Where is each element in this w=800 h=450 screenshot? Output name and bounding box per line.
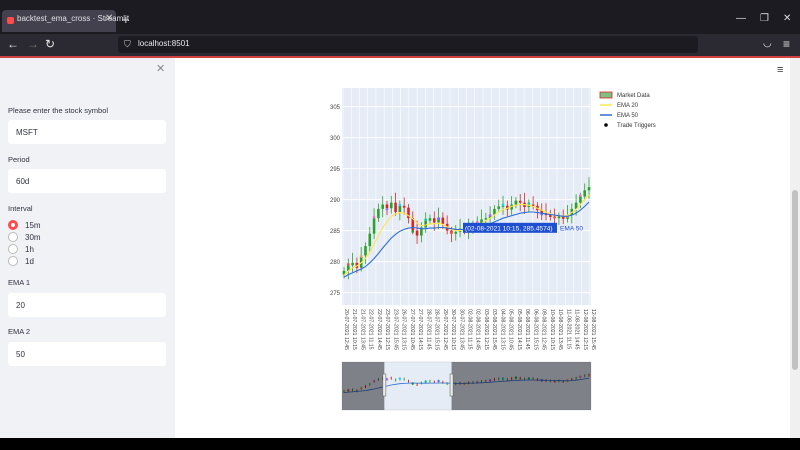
x-tick-label: 06-08-2021 15:15 — [532, 309, 538, 350]
trade-trigger-marker — [501, 203, 505, 207]
x-tick-label: 27-07-2021 14:15 — [417, 309, 423, 350]
x-tick-label: 20-07-2021 12:45 — [343, 309, 349, 350]
x-tick-label: 12-08-2021 15:45 — [590, 309, 596, 350]
candle-body — [415, 230, 419, 236]
x-tick-label: 05-08-2021 14:15 — [516, 309, 522, 350]
hover-series-name: EMA 50 — [560, 225, 583, 232]
candle-body — [372, 218, 376, 234]
y-tick-label: 290 — [330, 198, 341, 204]
x-tick-label: 03-08-2021 15:45 — [491, 309, 497, 350]
trade-trigger-marker — [398, 203, 402, 207]
candle-body — [389, 202, 393, 209]
candle-body — [493, 208, 496, 215]
candle-body — [351, 262, 354, 266]
candle-body — [385, 204, 389, 209]
rangeslider-mask-left — [342, 362, 385, 410]
trade-trigger-marker — [424, 218, 427, 221]
y-tick-label: 285 — [330, 229, 341, 235]
y-tick-label: 275 — [330, 291, 341, 297]
rangeslider-marker — [424, 380, 427, 383]
candle-body — [549, 215, 552, 217]
candle-body — [497, 206, 501, 209]
rangeslider-marker — [398, 377, 402, 380]
x-tick-label: 02-08-2021 14:45 — [475, 309, 481, 350]
rangeslider-handle-right — [449, 373, 454, 397]
legend-swatch — [599, 91, 613, 99]
candle-body — [441, 217, 445, 224]
trade-trigger-marker — [488, 214, 492, 217]
candle-body — [432, 218, 436, 223]
legend-label: EMA 50 — [617, 113, 639, 119]
candle-body — [398, 205, 402, 212]
trade-trigger-marker — [579, 194, 582, 197]
candle-body — [557, 216, 561, 219]
x-tick-label: 28-07-2021 15:15 — [434, 309, 440, 350]
candle-body — [364, 246, 367, 256]
candle-body — [381, 204, 384, 209]
y-tick-label: 305 — [330, 105, 341, 111]
x-tick-label: 05-08-2021 10:45 — [508, 309, 514, 350]
x-tick-label: 28-07-2021 11:45 — [425, 309, 431, 350]
x-tick-label: 21-07-2021 13:45 — [359, 309, 365, 350]
legend-swatch — [604, 123, 608, 127]
candle-body — [518, 200, 522, 203]
trade-trigger-marker — [385, 207, 389, 211]
candle-body — [583, 190, 587, 197]
x-tick-label: 22-07-2021 11:15 — [368, 309, 374, 350]
trade-trigger-marker — [346, 263, 350, 266]
candle-body — [428, 218, 432, 221]
trade-trigger-marker — [437, 217, 440, 220]
x-tick-label: 03-08-2021 12:15 — [483, 309, 489, 350]
x-tick-label: 12-08-2021 12:15 — [582, 309, 588, 350]
candle-body — [484, 218, 488, 220]
x-tick-label: 10-08-2021 13:45 — [557, 309, 563, 350]
x-tick-label: 29-07-2021 12:45 — [442, 309, 448, 350]
x-tick-label: 06-08-2021 11:45 — [524, 309, 530, 350]
legend-label: EMA 20 — [617, 103, 639, 109]
rangeslider-handle-left — [382, 373, 387, 397]
candle-body — [454, 231, 458, 234]
x-tick-label: 22-07-2021 14:45 — [376, 309, 382, 350]
x-tick-label: 04-08-2021 13:15 — [499, 309, 505, 350]
trade-trigger-marker — [450, 231, 453, 234]
legend-label: Trade Triggers — [617, 123, 656, 129]
x-tick-label: 09-08-2021 12:45 — [541, 309, 547, 350]
x-tick-label: 23-07-2021 15:45 — [392, 309, 398, 350]
candlestick-chart[interactable]: 27528028529029530030520-07-2021 12:45 21-… — [0, 0, 800, 450]
x-tick-label: 30-07-2021 10:15 — [450, 309, 456, 350]
y-tick-label: 280 — [330, 260, 341, 266]
y-tick-label: 295 — [330, 167, 341, 173]
hover-label-text: (02-08-2021 10:15, 285.4574) — [465, 225, 553, 232]
x-tick-label: 26-07-2021 13:15 — [401, 309, 407, 350]
candle-body — [587, 187, 591, 191]
trade-trigger-marker — [359, 255, 363, 258]
scrollbar-thumb[interactable] — [792, 190, 798, 370]
x-tick-label: 30-07-2021 13:45 — [458, 309, 464, 350]
candle-body — [579, 196, 582, 203]
legend-label: Market Data — [617, 93, 650, 99]
candle-body — [368, 233, 372, 247]
trade-trigger-marker — [372, 215, 376, 219]
x-tick-label: 10-08-2021 10:15 — [549, 309, 555, 350]
candle-body — [424, 220, 427, 228]
y-tick-label: 300 — [330, 136, 341, 142]
trade-trigger-marker — [527, 202, 531, 205]
x-tick-label: 02-08-2021 11:15 — [467, 309, 473, 350]
candle-body — [394, 202, 397, 212]
rangeslider-marker — [437, 379, 440, 383]
trade-trigger-marker — [553, 215, 556, 219]
x-tick-label: 11-08-2021 14:45 — [574, 309, 580, 350]
candle-body — [377, 208, 380, 219]
x-tick-label: 21-07-2021 10:15 — [351, 309, 357, 350]
x-tick-label: 27-07-2021 10:45 — [409, 309, 415, 350]
trade-trigger-marker — [514, 200, 518, 204]
rangeslider-mask-right — [451, 362, 591, 410]
bottom-edge — [0, 438, 800, 450]
rangeslider-marker — [385, 378, 389, 381]
x-tick-label: 23-07-2021 12:15 — [384, 309, 390, 350]
candle-body — [402, 205, 406, 208]
trade-trigger-marker — [411, 230, 415, 233]
x-tick-label: 11-08-2021 11:15 — [565, 309, 571, 349]
